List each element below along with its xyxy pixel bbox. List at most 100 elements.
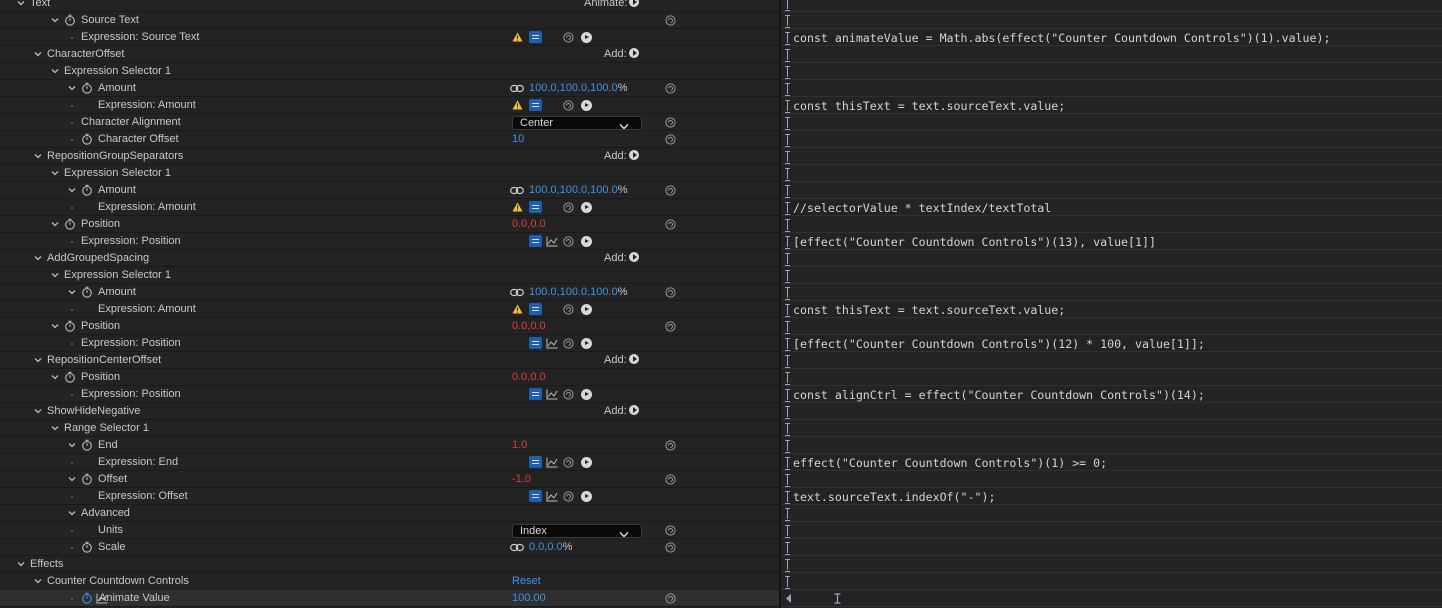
add-menu-button[interactable]: Add: <box>604 48 639 60</box>
expression-row[interactable]: text.sourceText.indexOf("-"); <box>781 488 1442 505</box>
expression-row[interactable] <box>781 80 1442 97</box>
property-row[interactable]: ShowHideNegative Add: <box>0 403 779 420</box>
twirl-open-icon[interactable] <box>34 407 42 415</box>
stopwatch-icon[interactable] <box>64 14 76 26</box>
expression-row[interactable] <box>781 216 1442 233</box>
expression-row[interactable] <box>781 148 1442 165</box>
expression-row[interactable] <box>781 505 1442 522</box>
property-row[interactable]: RepositionGroupSeparators Add: <box>0 148 779 165</box>
stopwatch-icon[interactable] <box>64 218 76 230</box>
expression-row[interactable] <box>781 12 1442 29</box>
enable-expression-icon[interactable] <box>529 388 542 400</box>
property-row[interactable]: Source Text <box>0 12 779 29</box>
expression-row[interactable] <box>781 352 1442 369</box>
property-row[interactable]: Expression: Amount <box>0 199 779 216</box>
expression-row[interactable]: [effect("Counter Countdown Controls")(12… <box>781 335 1442 352</box>
parent-pick-whip-icon[interactable] <box>665 83 676 94</box>
expression-row[interactable] <box>781 284 1442 301</box>
graph-icon[interactable] <box>546 491 558 502</box>
expression-row[interactable] <box>781 131 1442 148</box>
expression-code-text[interactable]: text.sourceText.indexOf("-"); <box>793 490 995 504</box>
property-row[interactable]: Effects <box>0 556 779 573</box>
property-row[interactable]: Expression: Position <box>0 335 779 352</box>
property-value[interactable]: 0.0,0.0% <box>529 541 572 553</box>
graph-icon[interactable] <box>546 457 558 468</box>
twirl-open-icon[interactable] <box>51 373 59 381</box>
property-row[interactable]: CharacterOffset Add: <box>0 46 779 63</box>
constrain-proportions-icon[interactable] <box>510 543 524 552</box>
twirl-open-icon[interactable] <box>51 220 59 228</box>
parent-pick-whip-icon[interactable] <box>665 117 676 128</box>
expression-language-menu-icon[interactable] <box>581 236 592 247</box>
expression-row[interactable] <box>781 420 1442 437</box>
property-dropdown[interactable]: Index <box>512 524 642 538</box>
property-value[interactable]: 100.00 <box>512 592 546 604</box>
pick-whip-icon[interactable] <box>563 32 574 43</box>
property-value[interactable]: 0.0,0.0 <box>512 218 546 230</box>
keyframe-marker-icon[interactable] <box>834 593 841 604</box>
twirl-open-icon[interactable] <box>51 16 59 24</box>
property-value-part[interactable]: 10 <box>512 133 524 145</box>
property-row[interactable]: Expression: Offset <box>0 488 779 505</box>
warning-icon[interactable] <box>512 202 523 212</box>
expression-row[interactable] <box>781 471 1442 488</box>
twirl-open-icon[interactable] <box>68 441 76 449</box>
expression-code-text[interactable]: [effect("Counter Countdown Controls")(13… <box>793 235 1156 249</box>
twirl-open-icon[interactable] <box>51 169 59 177</box>
expression-code-text[interactable]: const alignCtrl = effect("Counter Countd… <box>793 388 1205 402</box>
expression-language-menu-icon[interactable] <box>581 491 592 502</box>
graph-icon[interactable] <box>546 389 558 400</box>
twirl-open-icon[interactable] <box>51 271 59 279</box>
stopwatch-icon[interactable] <box>81 473 93 485</box>
pick-whip-icon[interactable] <box>563 457 574 468</box>
graph-icon[interactable] <box>546 338 558 349</box>
expression-row[interactable]: const thisText = text.sourceText.value; <box>781 97 1442 114</box>
property-row[interactable]: Amount 100.0,100.0,100.0% <box>0 80 779 97</box>
property-row[interactable]: Expression Selector 1 <box>0 165 779 182</box>
pick-whip-icon[interactable] <box>563 100 574 111</box>
stopwatch-icon[interactable] <box>81 286 93 298</box>
property-row[interactable]: End 1.0 <box>0 437 779 454</box>
constrain-proportions-icon[interactable] <box>510 186 524 195</box>
stopwatch-icon[interactable] <box>64 320 76 332</box>
parent-pick-whip-icon[interactable] <box>665 321 676 332</box>
expression-row[interactable]: [effect("Counter Countdown Controls")(13… <box>781 233 1442 250</box>
expression-language-menu-icon[interactable] <box>581 338 592 349</box>
parent-pick-whip-icon[interactable] <box>665 219 676 230</box>
parent-pick-whip-icon[interactable] <box>665 542 676 553</box>
animate-menu-button[interactable]: Animate: <box>584 0 640 9</box>
twirl-open-icon[interactable] <box>68 186 76 194</box>
enable-expression-icon[interactable] <box>529 99 542 111</box>
expression-row[interactable]: effect("Counter Countdown Controls")(1) … <box>781 454 1442 471</box>
property-value-part[interactable]: 1.0 <box>512 439 527 451</box>
expression-row[interactable] <box>781 250 1442 267</box>
expression-code-text[interactable]: const animateValue = Math.abs(effect("Co… <box>793 31 1330 45</box>
expression-row[interactable] <box>781 590 1442 607</box>
property-row[interactable]: Scale 0.0,0.0% <box>0 539 779 556</box>
expression-row[interactable] <box>781 369 1442 386</box>
expression-language-menu-icon[interactable] <box>581 100 592 111</box>
expression-language-menu-icon[interactable] <box>581 32 592 43</box>
twirl-open-icon[interactable] <box>68 288 76 296</box>
property-value-part[interactable]: 100.0,100.0,100.0 <box>529 184 618 196</box>
expression-code-text[interactable]: const thisText = text.sourceText.value; <box>793 99 1065 113</box>
pick-whip-icon[interactable] <box>563 491 574 502</box>
twirl-open-icon[interactable] <box>17 0 25 7</box>
expression-row[interactable] <box>781 165 1442 182</box>
enable-expression-icon[interactable] <box>529 337 542 349</box>
property-row[interactable]: Expression: Amount <box>0 301 779 318</box>
expression-row[interactable] <box>781 63 1442 80</box>
property-row[interactable]: Offset -1.0 <box>0 471 779 488</box>
property-row[interactable]: RepositionCenterOffset Add: <box>0 352 779 369</box>
property-row[interactable]: Expression: Amount <box>0 97 779 114</box>
expression-row[interactable] <box>781 556 1442 573</box>
expression-row[interactable] <box>781 318 1442 335</box>
property-row[interactable]: Character Alignment Center <box>0 114 779 131</box>
property-row[interactable]: Position 0.0,0.0 <box>0 318 779 335</box>
stopwatch-icon[interactable] <box>81 439 93 451</box>
property-row[interactable]: Text Animate: <box>0 0 779 12</box>
parent-pick-whip-icon[interactable] <box>665 185 676 196</box>
expression-row[interactable] <box>781 267 1442 284</box>
property-value-part[interactable]: 0.0,0.0 <box>512 218 546 230</box>
property-value-part[interactable]: 0.0,0.0 <box>529 541 563 553</box>
